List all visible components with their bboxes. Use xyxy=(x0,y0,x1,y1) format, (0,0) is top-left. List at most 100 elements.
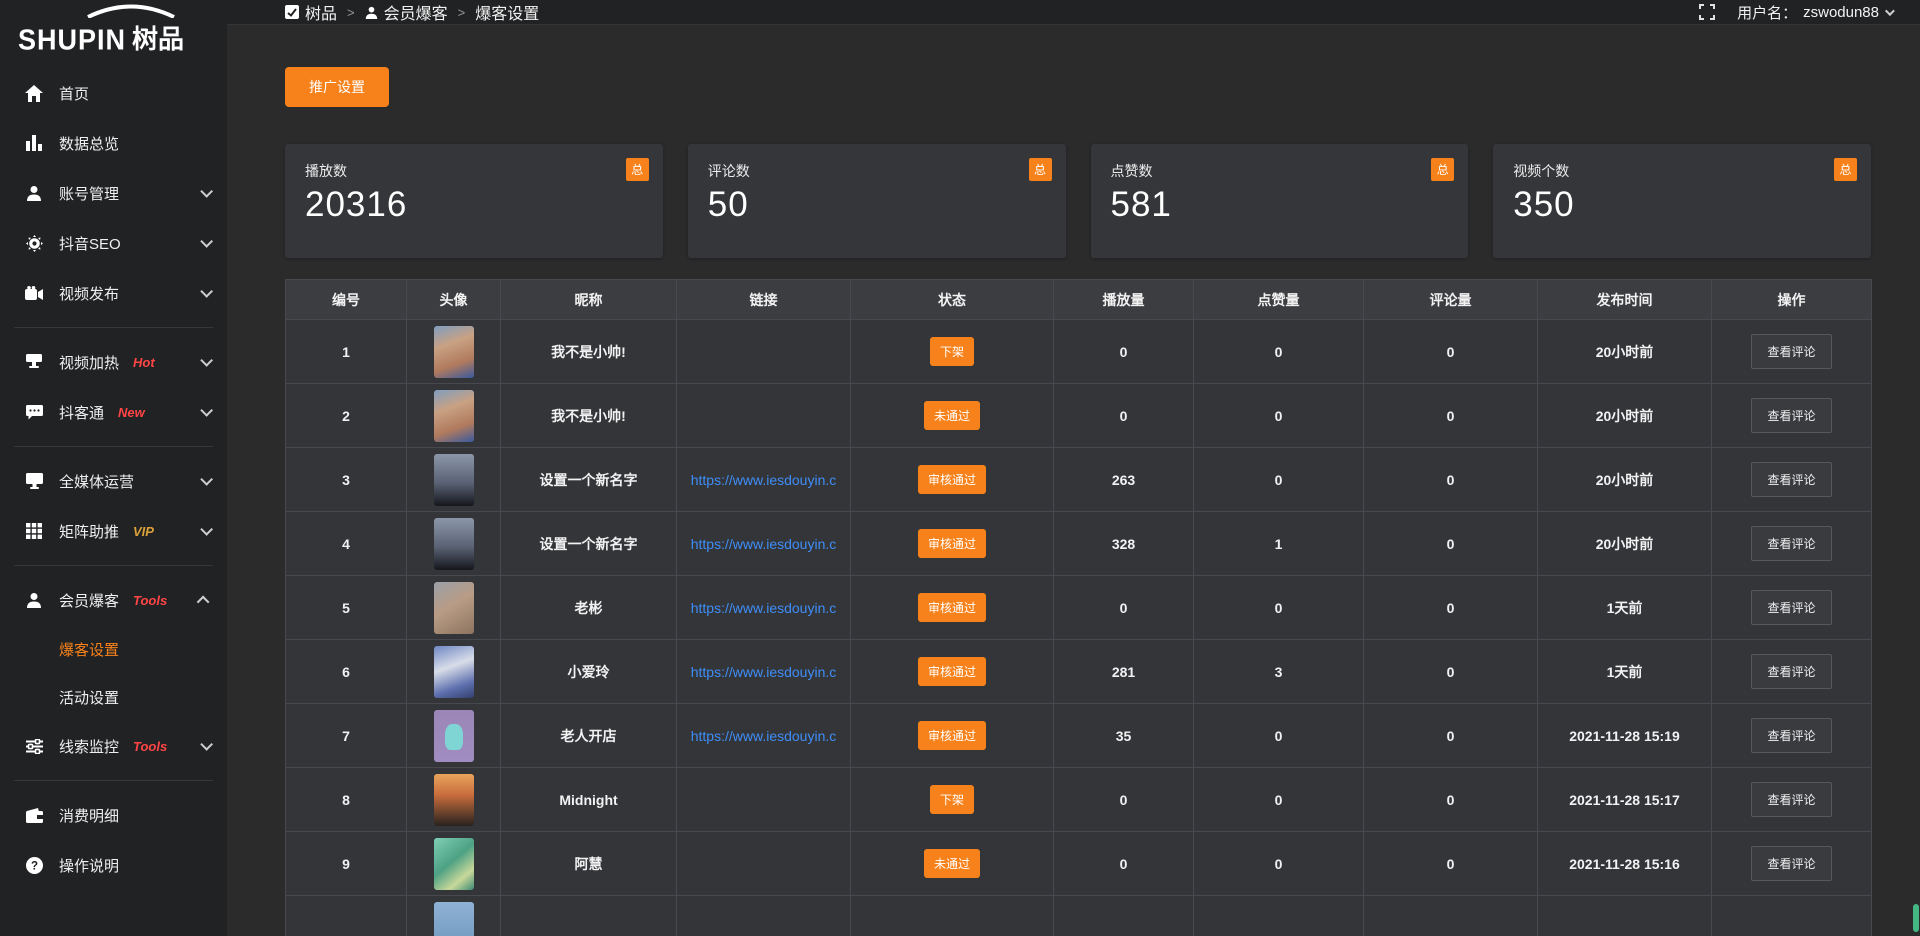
view-comments-button[interactable]: 查看评论 xyxy=(1751,590,1831,625)
status-badge[interactable]: 下架 xyxy=(930,785,974,814)
comments: 0 xyxy=(1364,512,1538,576)
status-badge[interactable]: 下架 xyxy=(930,337,974,366)
table-row: 2 我不是小帅! 未通过 0 0 0 20小时前 查看评论 xyxy=(286,384,1872,448)
svg-text:?: ? xyxy=(30,860,37,872)
sidebar-item-douketong[interactable]: 抖客通 New xyxy=(0,387,227,437)
video-link[interactable]: https://www.iesdouyin.c xyxy=(691,536,837,552)
nickname: Midnight xyxy=(501,768,677,832)
topbar: 树品 > 会员爆客 > 爆客设置 用户名： zswodun88 xyxy=(227,0,1920,25)
status-badge[interactable]: 审核通过 xyxy=(918,529,986,558)
sidebar-subitem-activity-settings[interactable]: 活动设置 xyxy=(0,673,227,721)
col-comments: 评论量 xyxy=(1364,280,1538,320)
publish-time: 2021-11-28 15:17 xyxy=(1538,768,1712,832)
table-row: 5 老彬 https://www.iesdouyin.c 审核通过 0 0 0 … xyxy=(286,576,1872,640)
scrollbar-thumb[interactable] xyxy=(1913,904,1919,932)
video-link[interactable]: https://www.iesdouyin.c xyxy=(691,472,837,488)
view-comments-button[interactable]: 查看评论 xyxy=(1751,846,1831,881)
chevron-down-icon xyxy=(200,285,213,298)
username-label: 用户名： xyxy=(1737,2,1797,23)
fullscreen-icon[interactable] xyxy=(1699,4,1715,20)
main-content: 推广设置 播放数 20316 总 评论数 50 总 点赞数 581 总 视频个数… xyxy=(227,25,1920,936)
chevron-down-icon xyxy=(1885,6,1895,16)
table-row: 1 我不是小帅! 下架 0 0 0 20小时前 查看评论 xyxy=(286,320,1872,384)
status-badge[interactable]: 未通过 xyxy=(924,401,980,430)
likes: 1 xyxy=(1194,512,1364,576)
gear-icon xyxy=(24,235,44,252)
sidebar-item-matrix-boost[interactable]: 矩阵助推 VIP xyxy=(0,506,227,556)
sidebar-divider xyxy=(14,565,213,566)
breadcrumb-item-shupin[interactable]: 树品 xyxy=(285,0,337,24)
status-badge[interactable]: 审核通过 xyxy=(918,465,986,494)
comments: 0 xyxy=(1364,704,1538,768)
row-id: 4 xyxy=(286,512,407,576)
comments: 0 xyxy=(1364,448,1538,512)
hot-tag: Hot xyxy=(133,355,155,370)
app-logo[interactable]: SHUPIN 树品 xyxy=(0,0,227,58)
sidebar-item-douyin-seo[interactable]: 抖音SEO xyxy=(0,218,227,268)
status-badge[interactable]: 未通过 xyxy=(924,849,980,878)
view-comments-button[interactable]: 查看评论 xyxy=(1751,334,1831,369)
table-row: 8 Midnight 下架 0 0 0 2021-11-28 15:17 查看评… xyxy=(286,768,1872,832)
nickname: 设置一个新名字 xyxy=(501,512,677,576)
table-row: 9 阿慧 未通过 0 0 0 2021-11-28 15:16 查看评论 xyxy=(286,832,1872,896)
sidebar-item-data-overview[interactable]: 数据总览 xyxy=(0,118,227,168)
chevron-down-icon xyxy=(200,523,213,536)
col-avatar: 头像 xyxy=(407,280,501,320)
nickname: 设置一个新名字 xyxy=(501,448,677,512)
promotion-settings-button[interactable]: 推广设置 xyxy=(285,67,389,107)
sidebar-item-label: 抖音SEO xyxy=(59,233,121,254)
avatar xyxy=(434,774,474,826)
publish-time: 1天前 xyxy=(1538,640,1712,704)
total-badge: 总 xyxy=(1431,158,1454,181)
breadcrumb-item-baoke-settings[interactable]: 爆客设置 xyxy=(475,0,539,24)
sidebar-item-label: 线索监控 xyxy=(59,736,119,757)
stat-card-label: 点赞数 xyxy=(1111,161,1449,181)
publish-time: 2021-11-28 15:19 xyxy=(1538,704,1712,768)
comments: 0 xyxy=(1364,384,1538,448)
view-comments-button[interactable]: 查看评论 xyxy=(1751,462,1831,497)
video-link[interactable]: https://www.iesdouyin.c xyxy=(691,728,837,744)
chevron-up-icon xyxy=(197,595,210,608)
plays: 0 xyxy=(1054,320,1194,384)
sidebar-item-operation-guide[interactable]: ? 操作说明 xyxy=(0,840,227,890)
view-comments-button[interactable]: 查看评论 xyxy=(1751,782,1831,817)
user-menu[interactable]: 用户名： zswodun88 xyxy=(1737,2,1892,23)
video-link[interactable]: https://www.iesdouyin.c xyxy=(691,664,837,680)
sidebar-divider xyxy=(14,327,213,328)
view-comments-button[interactable]: 查看评论 xyxy=(1751,718,1831,753)
stat-card-value: 20316 xyxy=(305,185,643,225)
nickname: 小爱玲 xyxy=(501,640,677,704)
sidebar-item-home[interactable]: 首页 xyxy=(0,68,227,118)
sidebar-item-all-media[interactable]: 全媒体运营 xyxy=(0,456,227,506)
comments: 0 xyxy=(1364,832,1538,896)
publish-time: 20小时前 xyxy=(1538,384,1712,448)
status-badge[interactable]: 审核通过 xyxy=(918,721,986,750)
view-comments-button[interactable]: 查看评论 xyxy=(1751,398,1831,433)
table-row: 4 设置一个新名字 https://www.iesdouyin.c 审核通过 3… xyxy=(286,512,1872,576)
chevron-down-icon xyxy=(200,354,213,367)
row-id: 2 xyxy=(286,384,407,448)
tools-tag: Tools xyxy=(133,593,167,608)
breadcrumb: 树品 > 会员爆客 > 爆客设置 xyxy=(285,0,539,24)
avatar xyxy=(434,710,474,762)
sidebar-item-video-publish[interactable]: 视频发布 xyxy=(0,268,227,318)
status-badge[interactable]: 审核通过 xyxy=(918,657,986,686)
nickname: 我不是小帅! xyxy=(501,320,677,384)
status-badge[interactable]: 审核通过 xyxy=(918,593,986,622)
sidebar-item-consumption-details[interactable]: 消费明细 xyxy=(0,790,227,840)
sidebar-item-clue-monitor[interactable]: 线索监控 Tools xyxy=(0,721,227,771)
vip-tag: VIP xyxy=(133,524,154,539)
sidebar-item-video-heat[interactable]: 视频加热 Hot xyxy=(0,337,227,387)
sidebar-item-account-management[interactable]: 账号管理 xyxy=(0,168,227,218)
view-comments-button[interactable]: 查看评论 xyxy=(1751,654,1831,689)
view-comments-button[interactable]: 查看评论 xyxy=(1751,526,1831,561)
video-link[interactable]: https://www.iesdouyin.c xyxy=(691,600,837,616)
row-id: 6 xyxy=(286,640,407,704)
row-id: 1 xyxy=(286,320,407,384)
stat-card-label: 视频个数 xyxy=(1513,161,1851,181)
col-action: 操作 xyxy=(1712,280,1872,320)
avatar xyxy=(434,582,474,634)
sidebar-subitem-baoke-settings[interactable]: 爆客设置 xyxy=(0,625,227,673)
breadcrumb-item-member-baoke[interactable]: 会员爆客 xyxy=(365,0,448,24)
sidebar-item-member-baoke[interactable]: 会员爆客 Tools xyxy=(0,575,227,625)
